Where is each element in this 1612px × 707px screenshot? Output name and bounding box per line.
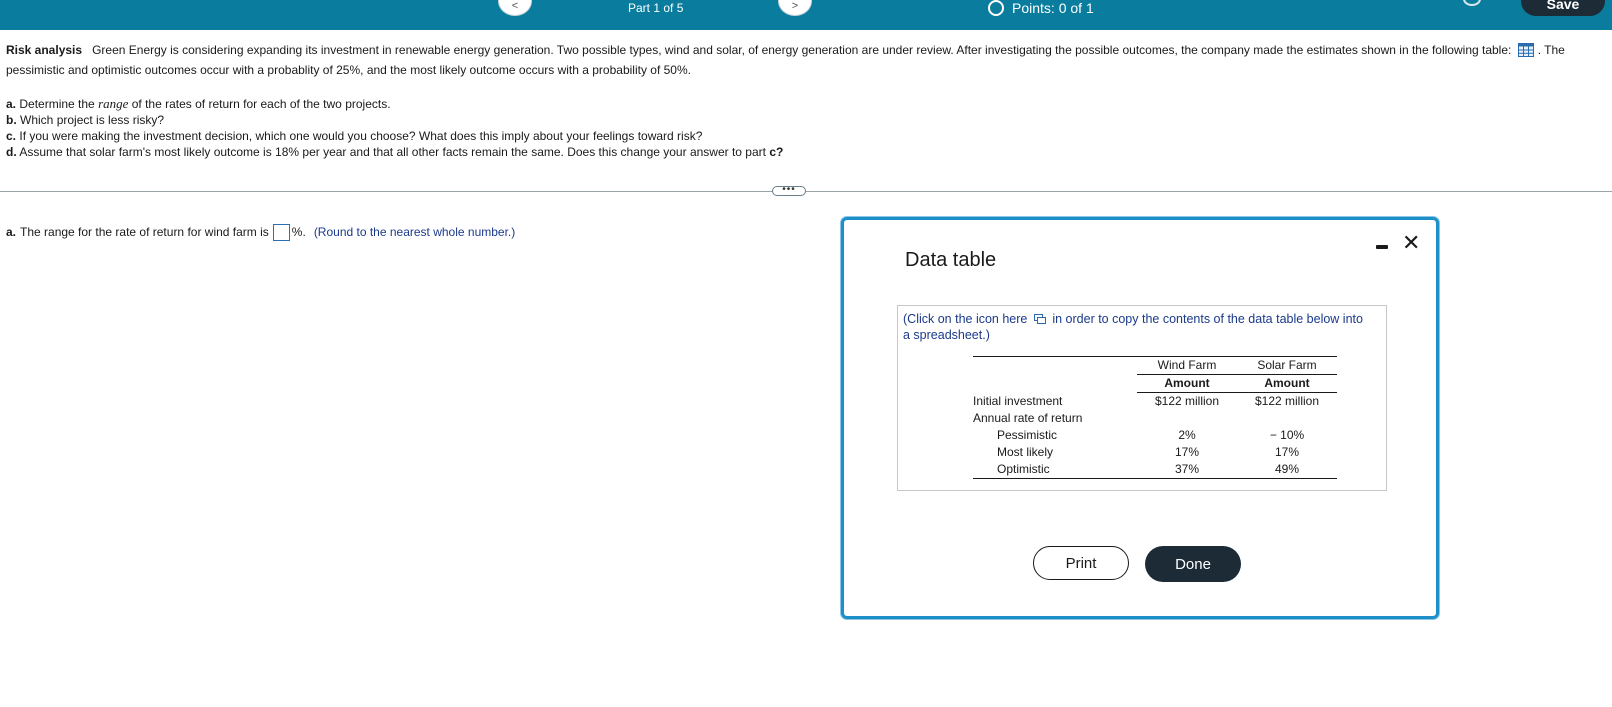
table-grid-icon[interactable] (1517, 43, 1534, 57)
table-row: Optimistic 37% 49% (973, 461, 1337, 479)
table-row: Most likely 17% 17% (997, 445, 1300, 459)
question-text: Risk analysis Green Energy is considerin… (6, 40, 1596, 80)
points-value: 0 of 1 (1058, 0, 1094, 16)
question-title: Risk analysis (6, 43, 83, 57)
data-table-panel: (Click on the icon here in order to copy… (897, 305, 1387, 491)
column-header-wind: Wind Farm (1137, 356, 1237, 375)
previous-part-button[interactable]: < (498, 0, 532, 16)
answer-hint: (Round to the nearest whole number.) (313, 225, 516, 239)
part-d: d. Assume that solar farm's most likely … (6, 145, 784, 159)
table-subheader-row: Amount Amount (973, 374, 1337, 393)
answer-suffix: %. (291, 225, 306, 239)
next-part-button[interactable]: > (778, 0, 812, 16)
part-a: a. Determine the range of the rates of r… (6, 96, 391, 111)
answer-prompt: The range for the rate of return for win… (20, 225, 269, 239)
table-row: Annual rate of return (973, 411, 1083, 425)
divider-handle[interactable]: ••• (772, 185, 806, 196)
data-table-dialog: Data table ✕ (Click on the icon here in … (841, 217, 1439, 619)
question-body-1: Green Energy is considering expanding it… (92, 43, 1512, 57)
section-divider (0, 191, 1612, 192)
part-c: c. If you were making the investment dec… (6, 129, 703, 143)
part-b: b. Which project is less risky? (6, 113, 165, 127)
column-header-solar: Solar Farm (1237, 356, 1337, 375)
copy-instructions: (Click on the icon here in order to copy… (903, 312, 1363, 342)
chevron-right-icon: > (791, 0, 799, 12)
save-button[interactable]: Save (1521, 0, 1605, 16)
chevron-left-icon: < (511, 0, 519, 12)
print-button[interactable]: Print (1033, 546, 1129, 580)
data-table: Wind Farm Solar Farm Amount Amount Initi… (973, 356, 1337, 479)
question-parts: a. Determine the range of the rates of r… (6, 96, 783, 160)
settings-icon[interactable] (1463, 0, 1481, 6)
radio-ring-icon (988, 0, 1004, 16)
top-bar: < Part 1 of 5 > Points: 0 of 1 Save (0, 0, 1612, 30)
table-row: Pessimistic 2% − 10% (997, 428, 1305, 442)
answer-input[interactable] (272, 223, 290, 241)
points-label: Points: (1012, 0, 1055, 16)
minimize-icon[interactable] (1376, 245, 1388, 249)
table-row: Initial investment $122 million $122 mil… (973, 393, 1320, 408)
copy-icon[interactable] (1033, 314, 1046, 324)
close-icon[interactable]: ✕ (1402, 230, 1420, 256)
answer-line: a. The range for the rate of return for … (6, 223, 515, 241)
dialog-title: Data table (905, 249, 997, 271)
table-header-row: Wind Farm Solar Farm (973, 356, 1337, 375)
answer-letter: a. (6, 225, 17, 239)
points-indicator: Points: 0 of 1 (988, 0, 1094, 16)
done-button[interactable]: Done (1145, 546, 1241, 582)
part-label: Part 1 of 5 (628, 1, 684, 15)
